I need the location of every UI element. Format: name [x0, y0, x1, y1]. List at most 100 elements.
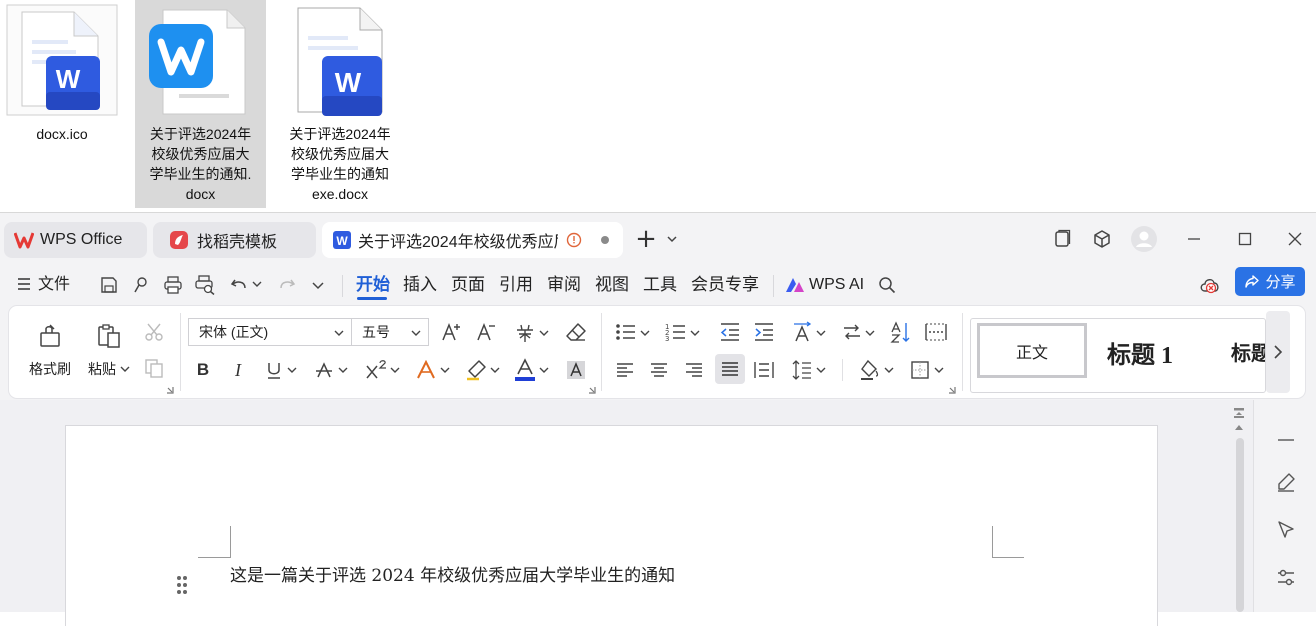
menu-view[interactable]: 视图 [595, 273, 629, 297]
decrease-indent-icon[interactable] [718, 321, 742, 343]
search-icon[interactable] [876, 274, 898, 296]
character-shading-icon[interactable] [565, 359, 587, 381]
italic-icon[interactable]: I [227, 359, 249, 381]
menu-home[interactable]: 开始 [356, 273, 390, 297]
phonetic-guide-icon[interactable] [512, 321, 538, 345]
clear-format-icon[interactable] [564, 321, 588, 343]
tab-document[interactable]: W 关于评选2024年校级优秀应届 [322, 222, 623, 258]
style-normal[interactable]: 正文 [977, 323, 1087, 378]
strikethrough-icon[interactable] [313, 359, 335, 381]
tab-list-chevron-icon[interactable] [660, 227, 684, 251]
new-tab-button[interactable]: + [634, 224, 658, 254]
document-first-line[interactable]: 这是一篇关于评选 2024 年校级优秀应届大学毕业生的通知 [230, 561, 675, 586]
styles-gallery-next-button[interactable] [1266, 311, 1290, 393]
underline-dropdown-chevron-icon[interactable] [286, 364, 298, 376]
menu-membership[interactable]: 会员专享 [691, 273, 759, 297]
avatar[interactable] [1131, 226, 1157, 252]
warning-icon[interactable] [566, 232, 582, 248]
minimize-icon[interactable] [1182, 227, 1206, 251]
align-left-icon[interactable] [614, 359, 636, 381]
menu-review[interactable]: 审阅 [547, 273, 581, 297]
style-heading-1[interactable]: 标题 1 [1107, 335, 1173, 370]
text-direction-dropdown-chevron-icon[interactable] [815, 327, 827, 339]
sort-icon[interactable] [889, 321, 913, 343]
wps-ai-logo-icon[interactable] [784, 275, 806, 295]
cloud-sync-error-icon[interactable] [1198, 273, 1222, 297]
underline-icon[interactable] [263, 359, 285, 381]
line-break-dropdown-chevron-icon[interactable] [864, 327, 876, 339]
paragraph-group-expand-icon[interactable] [948, 386, 956, 394]
line-spacing-icon[interactable] [790, 359, 814, 381]
paste-dropdown-chevron-icon[interactable] [119, 363, 131, 375]
desktop-file-notice-exe-docx[interactable]: W 关于评选2024年 校级优秀应届大 学毕业生的通知 exe.docx [280, 0, 400, 210]
numbered-list-dropdown-chevron-icon[interactable] [689, 327, 701, 339]
align-right-icon[interactable] [683, 359, 705, 381]
font-name-select[interactable]: 宋体 (正文) [188, 318, 352, 346]
export-pdf-icon[interactable] [130, 274, 152, 296]
vertical-scrollbar[interactable] [1236, 438, 1244, 612]
document-page[interactable]: 这是一篇关于评选 2024 年校级优秀应届大学毕业生的通知 [66, 426, 1157, 626]
superscript-icon[interactable] [364, 359, 388, 381]
undo-dropdown-chevron-icon[interactable] [251, 278, 263, 290]
paste-icon[interactable] [94, 321, 124, 351]
scroll-up-icon[interactable] [1233, 422, 1245, 432]
print-icon[interactable] [162, 274, 184, 296]
text-effect-dropdown-chevron-icon[interactable] [439, 364, 451, 376]
more-chevron-icon[interactable] [309, 276, 327, 294]
font-group-expand-icon[interactable] [588, 386, 596, 394]
cube-icon[interactable] [1090, 227, 1114, 251]
borders-icon[interactable] [909, 359, 931, 381]
close-icon[interactable] [1283, 227, 1307, 251]
tab-template[interactable]: 找稻壳模板 [153, 222, 316, 258]
borders-dropdown-chevron-icon[interactable] [933, 364, 945, 376]
paragraph-shading-icon[interactable] [858, 359, 882, 381]
increase-indent-icon[interactable] [752, 321, 776, 343]
scroll-top-icon[interactable] [1231, 406, 1247, 420]
menu-insert[interactable]: 插入 [403, 273, 437, 297]
phonetic-dropdown-chevron-icon[interactable] [538, 327, 550, 339]
paste-label[interactable]: 粘贴 [88, 359, 116, 379]
copy-icon[interactable] [143, 357, 165, 379]
paragraph-drag-handle-icon[interactable] [174, 573, 190, 597]
highlight-dropdown-chevron-icon[interactable] [489, 364, 501, 376]
window-layout-icon[interactable] [1050, 227, 1074, 251]
bold-icon[interactable]: B [192, 359, 214, 381]
show-hide-marks-icon[interactable] [923, 321, 949, 343]
cut-icon[interactable] [143, 321, 165, 343]
justify-icon[interactable] [715, 354, 745, 384]
paragraph-shading-dropdown-chevron-icon[interactable] [883, 364, 895, 376]
text-direction-icon[interactable] [790, 321, 814, 343]
select-cursor-icon[interactable] [1274, 518, 1298, 542]
clipboard-group-expand-icon[interactable] [166, 386, 174, 394]
redo-icon[interactable] [276, 274, 298, 296]
highlight-icon[interactable] [464, 359, 488, 381]
hamburger-menu-icon[interactable] [14, 274, 34, 294]
strikethrough-dropdown-chevron-icon[interactable] [337, 364, 349, 376]
desktop-file-docx-ico[interactable]: W docx.ico [2, 0, 122, 210]
shrink-font-icon[interactable] [476, 321, 498, 343]
menu-page[interactable]: 页面 [451, 273, 485, 297]
menu-tools[interactable]: 工具 [643, 273, 677, 297]
collapse-panel-icon[interactable] [1274, 428, 1298, 452]
tab-wps-office[interactable]: WPS Office [4, 222, 147, 258]
distributed-align-icon[interactable] [752, 359, 776, 381]
bullet-list-dropdown-chevron-icon[interactable] [639, 327, 651, 339]
menu-file[interactable]: 文件 [38, 273, 70, 297]
line-break-icon[interactable] [840, 321, 864, 343]
format-painter-icon[interactable] [36, 321, 66, 351]
superscript-dropdown-chevron-icon[interactable] [389, 364, 401, 376]
unsaved-dot-icon[interactable] [600, 235, 610, 245]
font-color-dropdown-chevron-icon[interactable] [538, 364, 550, 376]
menu-references[interactable]: 引用 [499, 273, 533, 297]
style-heading-2[interactable]: 标题 [1231, 337, 1265, 366]
line-spacing-dropdown-chevron-icon[interactable] [815, 364, 827, 376]
share-button[interactable]: 分享 [1235, 267, 1305, 296]
print-preview-icon[interactable] [194, 274, 216, 296]
font-color-icon[interactable] [513, 357, 537, 383]
font-size-select[interactable]: 五号 [351, 318, 429, 346]
pen-edit-icon[interactable] [1274, 470, 1298, 494]
save-icon[interactable] [98, 274, 120, 296]
numbered-list-icon[interactable]: 123 [664, 321, 688, 343]
adjust-settings-icon[interactable] [1274, 566, 1298, 590]
undo-icon[interactable] [228, 274, 250, 296]
